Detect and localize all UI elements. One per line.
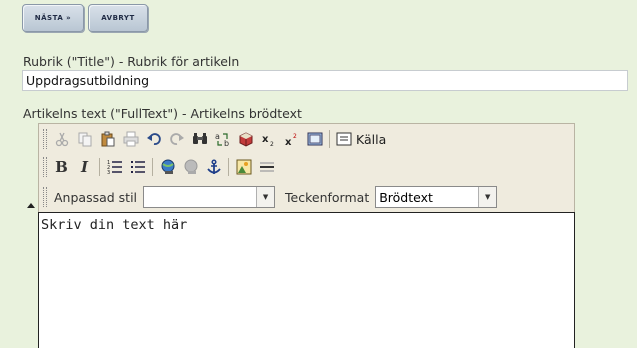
svg-text:3: 3 xyxy=(107,170,110,175)
bold-icon[interactable]: B xyxy=(50,156,73,178)
horizontal-rule-icon[interactable] xyxy=(255,156,278,178)
svg-text:2: 2 xyxy=(270,141,274,147)
toolbar-row-2: B I 123 xyxy=(43,154,278,180)
toolbar-separator xyxy=(152,158,153,176)
svg-text:x: x xyxy=(285,137,292,147)
undo-icon[interactable] xyxy=(142,128,165,150)
format-dropdown[interactable]: Brödtext ▼ xyxy=(375,186,498,208)
source-button[interactable]: Källa xyxy=(333,131,389,147)
format-dropdown-value: Brödtext xyxy=(379,189,433,205)
toolbar-separator xyxy=(228,158,229,176)
style-combo-label: Anpassad stil xyxy=(54,189,138,205)
find-icon[interactable] xyxy=(188,128,211,150)
toolbar-separator xyxy=(99,158,100,176)
replace-icon[interactable]: ab xyxy=(211,128,234,150)
subscript-icon[interactable]: x2 xyxy=(257,128,280,150)
title-input[interactable] xyxy=(22,70,628,91)
toolbar-row-3: Anpassad stil ▼ Teckenformat Brödtext ▼ xyxy=(43,184,498,210)
italic-icon[interactable]: I xyxy=(73,156,96,178)
chevron-down-icon[interactable]: ▼ xyxy=(478,187,497,207)
unlink-icon[interactable] xyxy=(179,156,202,178)
image-icon[interactable] xyxy=(232,156,255,178)
link-icon[interactable] xyxy=(156,156,179,178)
editor-content-area[interactable]: Skriv din text här xyxy=(38,212,575,348)
style-dropdown[interactable]: ▼ xyxy=(143,186,276,208)
spellcheck-icon[interactable] xyxy=(234,128,257,150)
copy-icon[interactable] xyxy=(73,128,96,150)
svg-text:2: 2 xyxy=(293,133,297,140)
source-label: Källa xyxy=(356,131,387,147)
title-field-label: Rubrik ("Title") - Rubrik för artikeln xyxy=(23,54,240,69)
toolbar-grip[interactable] xyxy=(43,187,47,207)
cancel-button[interactable]: AVBRYT xyxy=(88,4,148,32)
anchor-icon[interactable] xyxy=(202,156,225,178)
print-icon[interactable] xyxy=(119,128,142,150)
toolbar-grip[interactable] xyxy=(43,129,47,149)
svg-text:a: a xyxy=(215,132,220,141)
svg-text:b: b xyxy=(224,139,229,147)
chevron-down-icon[interactable]: ▼ xyxy=(256,187,275,207)
toolbar-row-1: ab x2 x2 Källa xyxy=(43,126,389,152)
paste-icon[interactable] xyxy=(96,128,119,150)
cut-icon[interactable] xyxy=(50,128,73,150)
format-combo-label: Teckenformat xyxy=(285,189,370,205)
svg-text:x: x xyxy=(262,134,269,145)
collapse-toolbar-icon[interactable] xyxy=(26,201,36,209)
numbered-list-icon[interactable]: 123 xyxy=(103,156,126,178)
redo-icon[interactable] xyxy=(165,128,188,150)
rich-text-editor: ab x2 x2 Källa B I 123 Anpassad stil ▼ T… xyxy=(38,123,575,348)
superscript-icon[interactable]: x2 xyxy=(280,128,303,150)
next-button[interactable]: NÄSTA » xyxy=(22,4,84,32)
fulltext-field-label: Artikelns text ("FullText") - Artikelns … xyxy=(23,106,302,121)
toolbar-grip[interactable] xyxy=(43,157,47,177)
show-blocks-icon[interactable] xyxy=(303,128,326,150)
source-icon xyxy=(336,132,352,146)
toolbar-separator xyxy=(329,130,330,148)
bulleted-list-icon[interactable] xyxy=(126,156,149,178)
